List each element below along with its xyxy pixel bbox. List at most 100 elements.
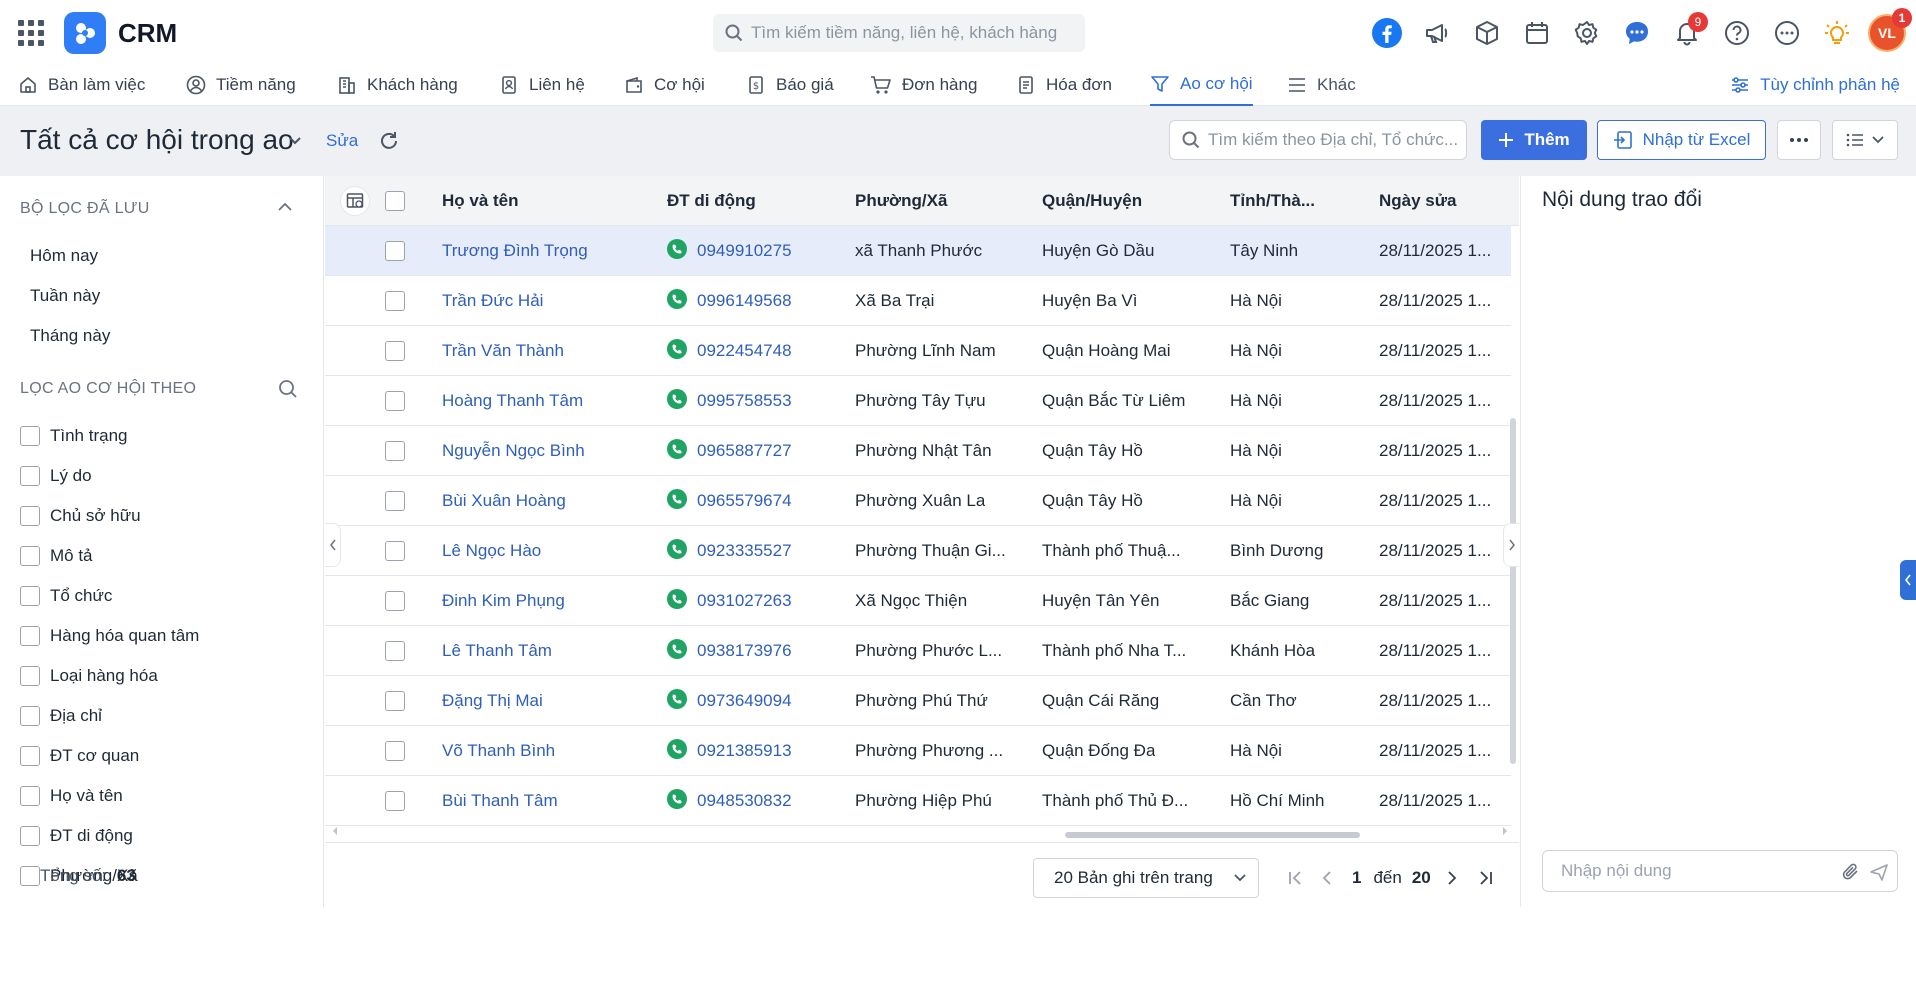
- cell-name[interactable]: Đinh Kim Phụng: [442, 591, 565, 611]
- filter-checkbox[interactable]: [20, 506, 40, 526]
- table-row[interactable]: Hoàng Thanh Tâm Phường Tây Tựu Quận Bắc Từ…: [325, 376, 1511, 426]
- first-page-icon[interactable]: [1286, 869, 1304, 887]
- more-circle-icon[interactable]: [1762, 14, 1812, 52]
- filter-checkbox[interactable]: [20, 466, 40, 486]
- table-search-input[interactable]: [1208, 130, 1458, 150]
- cell-mobile[interactable]: 0949910275: [697, 241, 792, 261]
- row-checkbox[interactable]: [385, 291, 405, 311]
- row-checkbox[interactable]: [385, 541, 405, 561]
- filter-option[interactable]: ĐT cơ quan: [20, 744, 139, 768]
- table-row[interactable]: Nguyễn Ngọc Bình Phường Nhật Tân Quận Tây …: [325, 426, 1511, 476]
- column-header-province[interactable]: Tỉnh/Thà...: [1230, 191, 1315, 211]
- row-checkbox[interactable]: [385, 241, 405, 261]
- edit-view-link[interactable]: Sửa: [326, 131, 358, 151]
- phone-icon[interactable]: [667, 339, 687, 359]
- filter-option[interactable]: Loại hàng hóa: [20, 664, 158, 688]
- avatar[interactable]: VL 1: [1868, 8, 1912, 52]
- table-row[interactable]: Lê Ngọc Hào Phường Thuận Gi... Thành phố T…: [325, 526, 1511, 576]
- last-page-icon[interactable]: [1477, 869, 1495, 887]
- cell-name[interactable]: Trương Đình Trọng: [442, 241, 588, 261]
- phone-icon[interactable]: [667, 439, 687, 459]
- nav-item-customers[interactable]: Khách hàng: [337, 64, 458, 106]
- collapse-panel-handle[interactable]: [1503, 523, 1519, 567]
- customize-modules-link[interactable]: Tùy chỉnh phân hệ: [1730, 64, 1900, 106]
- nav-item-invoices[interactable]: Hóa đơn: [1016, 64, 1112, 106]
- megaphone-icon[interactable]: [1412, 14, 1462, 52]
- package-icon[interactable]: [1462, 14, 1512, 52]
- help-icon[interactable]: [1712, 14, 1762, 52]
- scroll-right-arrow-icon[interactable]: [1501, 826, 1509, 836]
- filter-option[interactable]: ĐT di động: [20, 824, 133, 848]
- cell-mobile[interactable]: 0995758553: [697, 391, 792, 411]
- cell-name[interactable]: Trần Văn Thành: [442, 341, 564, 361]
- cell-name[interactable]: Lê Thanh Tâm: [442, 641, 552, 661]
- add-button[interactable]: Thêm: [1481, 120, 1587, 160]
- cell-name[interactable]: Nguyễn Ngọc Bình: [442, 441, 585, 461]
- next-page-icon[interactable]: [1445, 869, 1459, 887]
- cell-mobile[interactable]: 0931027263: [697, 591, 792, 611]
- crm-logo-icon[interactable]: [64, 12, 106, 54]
- send-icon[interactable]: [1869, 862, 1889, 882]
- table-search[interactable]: [1169, 120, 1467, 160]
- column-header-name[interactable]: Họ và tên: [442, 191, 519, 211]
- saved-filter-this-month[interactable]: Tháng này: [30, 326, 110, 346]
- table-row[interactable]: Trần Văn Thành Phường Lĩnh Nam Quận Hoàng …: [325, 326, 1511, 376]
- refresh-icon[interactable]: [378, 130, 400, 152]
- cell-name[interactable]: Hoàng Thanh Tâm: [442, 391, 583, 411]
- page-size-select[interactable]: 20 Bản ghi trên trang: [1033, 858, 1259, 898]
- cell-mobile[interactable]: 0965887727: [697, 441, 792, 461]
- table-row[interactable]: Bùi Thanh Tâm Phường Hiệp Phú Thành phố Th…: [325, 776, 1511, 826]
- row-checkbox[interactable]: [385, 791, 405, 811]
- nav-item-more[interactable]: Khác: [1287, 64, 1356, 106]
- column-header-district[interactable]: Quận/Huyện: [1042, 191, 1142, 211]
- global-search[interactable]: [713, 14, 1085, 52]
- cell-name[interactable]: Bùi Thanh Tâm: [442, 791, 558, 811]
- cell-name[interactable]: Võ Thanh Bình: [442, 741, 555, 761]
- phone-icon[interactable]: [667, 639, 687, 659]
- calendar-icon[interactable]: [1512, 14, 1562, 52]
- phone-icon[interactable]: [667, 789, 687, 809]
- filter-option[interactable]: Họ và tên: [20, 784, 123, 808]
- chevron-down-icon[interactable]: [287, 135, 303, 147]
- phone-icon[interactable]: [667, 739, 687, 759]
- select-all-checkbox[interactable]: [385, 191, 405, 211]
- bell-icon[interactable]: 9: [1662, 12, 1712, 52]
- bulb-icon[interactable]: [1812, 14, 1862, 52]
- global-search-input[interactable]: [751, 23, 1071, 43]
- cell-name[interactable]: Bùi Xuân Hoàng: [442, 491, 566, 511]
- cell-mobile[interactable]: 0973649094: [697, 691, 792, 711]
- filter-checkbox[interactable]: [20, 546, 40, 566]
- filter-option[interactable]: Chủ sở hữu: [20, 504, 141, 528]
- column-settings-icon[interactable]: [340, 186, 370, 216]
- column-header-mobile[interactable]: ĐT di động: [667, 191, 756, 211]
- table-row[interactable]: Bùi Xuân Hoàng Phường Xuân La Quận Tây Hồ H…: [325, 476, 1511, 526]
- nav-item-quotes[interactable]: $ Báo giá: [746, 64, 834, 106]
- view-mode-button[interactable]: [1832, 120, 1898, 160]
- nav-item-opportunity-pool[interactable]: Ao cơ hội: [1150, 64, 1253, 106]
- chat-icon[interactable]: [1612, 14, 1662, 52]
- horizontal-scrollbar[interactable]: [1065, 832, 1360, 838]
- search-icon[interactable]: [278, 379, 298, 399]
- gear-icon[interactable]: [1562, 14, 1612, 52]
- cell-mobile[interactable]: 0921385913: [697, 741, 792, 761]
- facebook-icon[interactable]: [1362, 14, 1412, 52]
- row-checkbox[interactable]: [385, 391, 405, 411]
- filter-option[interactable]: Địa chỉ: [20, 704, 102, 728]
- phone-icon[interactable]: [667, 589, 687, 609]
- phone-icon[interactable]: [667, 539, 687, 559]
- column-header-ward[interactable]: Phường/Xã: [855, 191, 947, 211]
- cell-mobile[interactable]: 0938173976: [697, 641, 792, 661]
- filter-checkbox[interactable]: [20, 706, 40, 726]
- filter-option[interactable]: Tình trạng: [20, 424, 128, 448]
- table-row[interactable]: Trương Đình Trọng xã Thanh Phước Huyện Gò …: [325, 226, 1511, 276]
- row-checkbox[interactable]: [385, 741, 405, 761]
- row-checkbox[interactable]: [385, 441, 405, 461]
- filter-checkbox[interactable]: [20, 626, 40, 646]
- more-actions-button[interactable]: [1777, 120, 1821, 160]
- filter-checkbox[interactable]: [20, 866, 40, 886]
- row-checkbox[interactable]: [385, 591, 405, 611]
- filter-option[interactable]: Tổ chức: [20, 584, 112, 608]
- nav-item-leads[interactable]: Tiềm năng: [186, 64, 296, 106]
- comment-input[interactable]: [1561, 861, 1841, 881]
- scroll-left-arrow-icon[interactable]: [331, 826, 339, 836]
